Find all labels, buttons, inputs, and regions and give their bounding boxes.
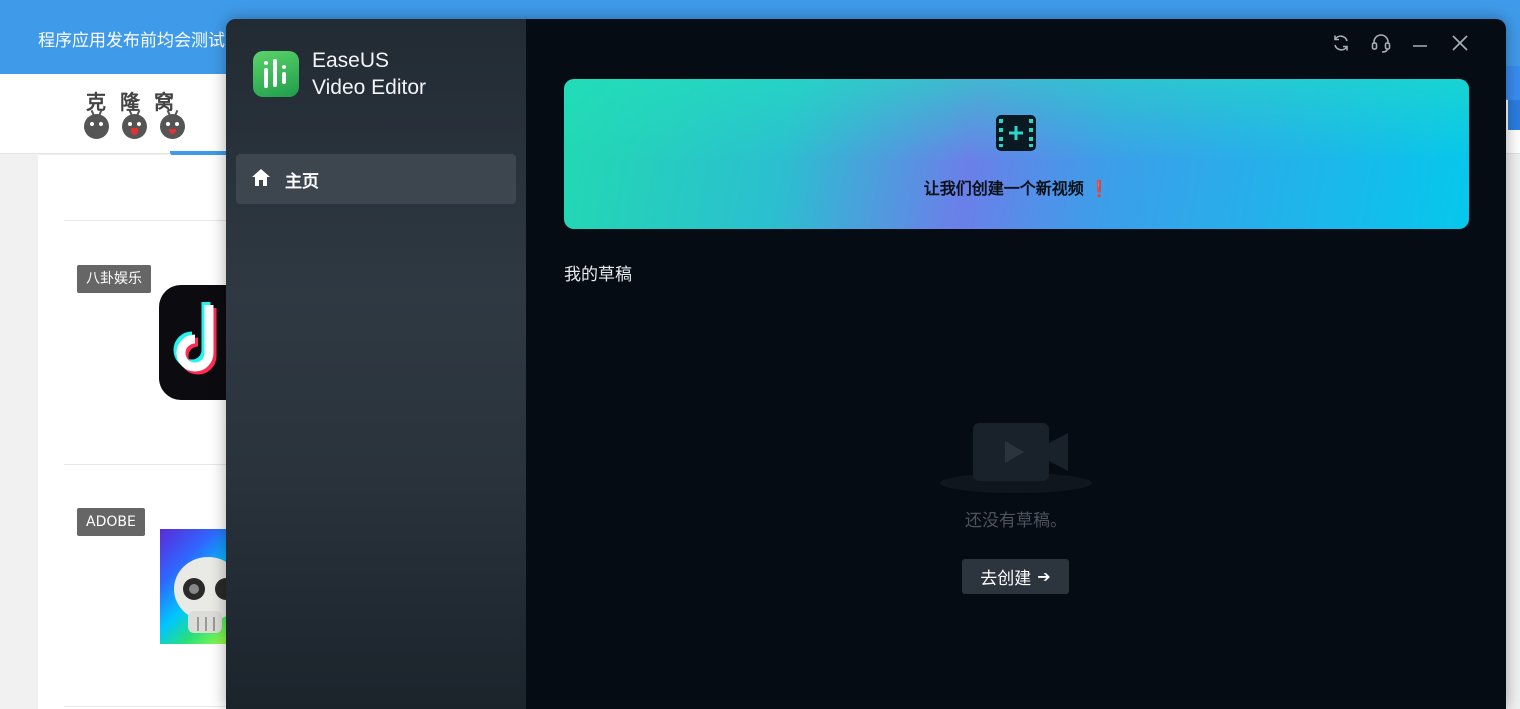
site-logo-faces [84,114,185,139]
category-tag[interactable]: 八卦娱乐 [77,265,151,293]
app-name-line2: Video Editor [312,76,427,99]
side-float-button[interactable] [1508,100,1520,130]
refresh-icon [1331,33,1351,57]
list-divider [64,464,234,465]
home-icon [251,168,271,191]
banner-label: 让我们创建一个新视频 ❗ [923,179,1110,198]
sidebar: EaseUS Video Editor 主页 [226,19,526,709]
app-name-line1: EaseUS [312,49,390,72]
easeus-logo-icon [253,51,299,97]
category-tag[interactable]: ADOBE [77,508,145,536]
go-create-button[interactable]: 去创建 ➔ [962,559,1069,594]
minimize-icon [1411,34,1429,56]
app-name: EaseUS Video Editor [312,47,426,101]
logo-face-icon [122,114,147,139]
sidebar-item-home[interactable]: 主页 [236,154,516,204]
page-notice-text: 程序应用发布前均会测试 [38,31,225,51]
easeus-video-editor-window: EaseUS Video Editor 主页 让我们创建一个新视频 ❗ 我的草稿… [226,19,1506,709]
list-divider [64,220,234,221]
sidebar-item-label: 主页 [285,171,319,192]
logo-face-icon [160,114,185,139]
drafts-section-title: 我的草稿 [564,265,632,285]
support-button[interactable] [1369,33,1393,57]
refresh-button[interactable] [1329,33,1353,57]
support-headset-icon [1370,32,1392,58]
close-icon [1451,34,1469,56]
logo-face-icon [84,114,109,139]
arrow-right-icon: ➔ [1037,567,1051,586]
close-button[interactable] [1448,33,1472,57]
list-divider [64,706,234,707]
app-brand: EaseUS Video Editor [253,47,426,101]
create-new-video-banner[interactable]: 让我们创建一个新视频 ❗ [564,79,1469,229]
video-camera-icon [938,417,1094,499]
empty-drafts-message: 还没有草稿。 [965,511,1067,531]
skull-app-icon[interactable] [160,529,230,644]
minimize-button[interactable] [1408,33,1432,57]
film-add-icon [994,113,1038,157]
go-create-label: 去创建 [980,569,1032,589]
